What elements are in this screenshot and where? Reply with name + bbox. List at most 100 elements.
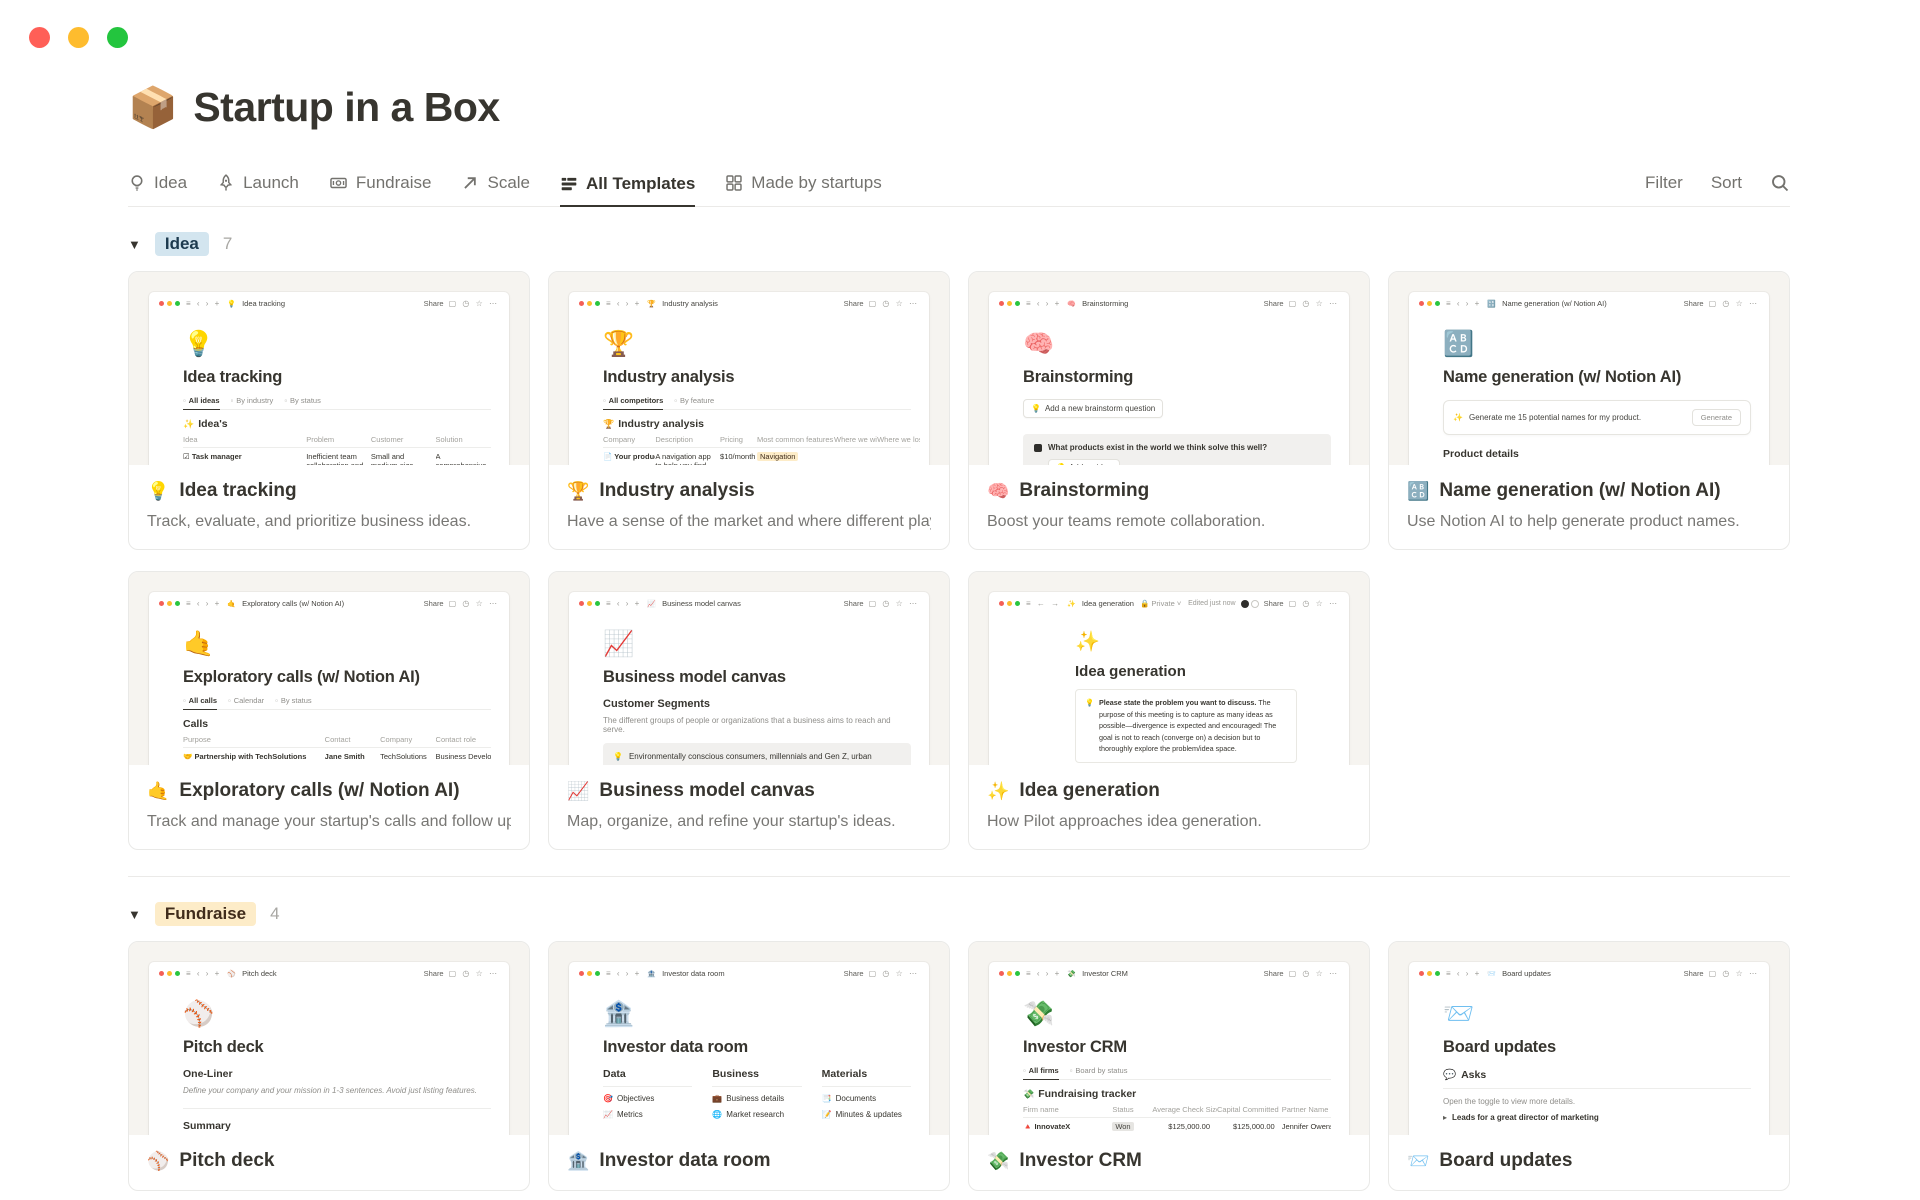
filter-button[interactable]: Filter: [1645, 173, 1683, 193]
card-title: Name generation (w/ Notion AI): [1439, 480, 1721, 501]
mini-window-chrome: ≡ ‹ › + 🏦 Investor data room Share ▢ ◷ ☆ ⋯: [569, 962, 929, 985]
handshake-icon: 🤝: [183, 752, 193, 761]
preview-columns: Data 🎯 Objectives 📈 Metrics Business 💼 Busines…: [603, 1068, 911, 1119]
card-thumbnail: ≡ ‹ › + 📈 Business model canvas Share ▢ ◷ ☆ …: [549, 572, 949, 765]
card-meta: 🧠 Brainstorming Boost your teams remote c…: [969, 465, 1369, 549]
mini-nav-icons: ≡ ‹ › +: [186, 599, 222, 608]
preview-emoji: ✨: [1075, 631, 1100, 653]
mini-window-title: Brainstorming: [1082, 299, 1129, 308]
card-meta: 🏦 Investor data room: [549, 1135, 949, 1190]
section-count: 7: [222, 234, 233, 253]
preview-text: Open the toggle to view more details.: [1443, 1097, 1576, 1106]
template-card-industry-analysis[interactable]: ≡ ‹ › + 🏆 Industry analysis Share ▢ ◷ ☆ ⋯ 🏆 …: [548, 271, 950, 550]
card-meta: ✨ Idea generation How Pilot approaches id…: [969, 765, 1369, 849]
card-title: Investor data room: [599, 1150, 771, 1171]
preview-emoji: 🏦: [603, 1000, 635, 1028]
card-title: Board updates: [1439, 1150, 1573, 1171]
search-icon[interactable]: [1770, 173, 1790, 193]
card-thumbnail: ≡ ‹ › + 🔠 Name generation (w/ Notion AI) Sh…: [1389, 272, 1789, 465]
mini-page-icon: 💸: [1067, 970, 1077, 978]
chart-icon: 📈: [603, 1110, 613, 1119]
sort-button[interactable]: Sort: [1711, 173, 1742, 193]
fundraise-card-grid: ≡ ‹ › + ⚾ Pitch deck Share ▢ ◷ ☆ ⋯ ⚾ Pitch d…: [128, 941, 1790, 1191]
card-emoji: 🏆: [567, 480, 590, 501]
memo-icon: 📝: [821, 1110, 832, 1119]
mini-page-icon: ⚾: [227, 970, 237, 978]
mini-window-title: Name generation (w/ Notion AI): [1502, 299, 1607, 308]
tab-all-templates[interactable]: All Templates: [560, 174, 696, 207]
section-toggle-icon[interactable]: ▼: [128, 907, 141, 922]
tab-made-by-startups[interactable]: Made by startups: [725, 173, 882, 206]
preview-emoji: 📨: [1443, 1000, 1475, 1028]
template-card-pitch-deck[interactable]: ≡ ‹ › + ⚾ Pitch deck Share ▢ ◷ ☆ ⋯ ⚾ Pitch d…: [128, 941, 530, 1191]
navigation-tag: Navigation: [756, 452, 799, 461]
section-divider: [128, 876, 1790, 877]
mini-nav-icons: ≡ ‹ › +: [1026, 969, 1062, 978]
template-card-board-updates[interactable]: ≡ ‹ › + 📨 Board updates Share ▢ ◷ ☆ ⋯ 📨 Boar…: [1388, 941, 1790, 1191]
mini-nav-icons: ≡ ‹ › +: [1026, 299, 1062, 308]
card-thumbnail: ≡ ‹ › + 📨 Board updates Share ▢ ◷ ☆ ⋯ 📨 Boar…: [1389, 942, 1789, 1135]
preview-heading: Name generation (w/ Notion AI): [1443, 368, 1682, 386]
mini-share-label: Share: [843, 599, 864, 608]
tab-fundraise[interactable]: Fundraise: [329, 173, 431, 206]
mini-window-chrome: ≡ ‹ › + 🏆 Industry analysis Share ▢ ◷ ☆ ⋯: [569, 292, 929, 315]
mini-page-icon: 🏦: [647, 970, 657, 978]
mini-traffic-lights: [159, 971, 180, 976]
mini-window-chrome: ≡ ‹ › + 🔠 Name generation (w/ Notion AI) Sh…: [1409, 292, 1769, 315]
tab-label: Launch: [243, 173, 299, 192]
card-title: Idea generation: [1019, 780, 1160, 801]
mini-window-title: Idea generation: [1081, 599, 1134, 608]
template-card-investor-crm[interactable]: ≡ ‹ › + 💸 Investor CRM Share ▢ ◷ ☆ ⋯ 💸 Inves…: [968, 941, 1370, 1191]
card-description: How Pilot approaches idea generation.: [987, 813, 1262, 830]
close-button[interactable]: [29, 27, 50, 48]
template-card-investor-data-room[interactable]: ≡ ‹ › + 🏦 Investor data room Share ▢ ◷ ☆ ⋯ 🏦…: [548, 941, 950, 1191]
card-thumbnail: ≡ ‹ › + 🏆 Industry analysis Share ▢ ◷ ☆ ⋯ 🏆 …: [549, 272, 949, 465]
gallery-grid-icon: [561, 177, 577, 191]
template-card-brainstorming[interactable]: ≡ ‹ › + 🧠 Brainstorming Share ▢ ◷ ☆ ⋯ 🧠 Brai…: [968, 271, 1370, 550]
section-toggle-icon[interactable]: ▼: [128, 237, 141, 252]
tab-scale[interactable]: Scale: [461, 173, 530, 206]
zoom-button[interactable]: [107, 27, 128, 48]
checkbox-icon: ☑: [183, 452, 190, 461]
template-card-exploratory-calls[interactable]: ≡ ‹ › + 🤙 Exploratory calls (w/ Notion AI)…: [128, 571, 530, 850]
tab-idea[interactable]: Idea: [128, 173, 187, 206]
preview-divider: [183, 1108, 491, 1109]
mini-share-label: Share: [843, 299, 864, 308]
preview-emoji: ⚾: [183, 1000, 215, 1028]
template-card-idea-tracking[interactable]: ≡ ‹ › + 💡 Idea tracking Share ▢ ◷ ☆ ⋯ 💡 Idea…: [128, 271, 530, 550]
template-card-idea-generation[interactable]: ≡ ← → ✨ Idea generation 🔒 Private ˅ Edited j…: [968, 571, 1370, 850]
tab-label: All Templates: [586, 174, 696, 193]
preview-callout: 💡 Environmentally conscious consumers, mi…: [603, 743, 911, 765]
block-icon: [1034, 444, 1042, 452]
mini-traffic-lights: [579, 971, 600, 976]
idea-card-grid: ≡ ‹ › + 💡 Idea tracking Share ▢ ◷ ☆ ⋯ 💡 Idea…: [128, 271, 1790, 850]
card-title: Investor CRM: [1019, 1150, 1142, 1171]
card-emoji: 📈: [567, 780, 590, 801]
template-card-name-generation[interactable]: ≡ ‹ › + 🔠 Name generation (w/ Notion AI) Sh…: [1388, 271, 1790, 550]
lightbulb-icon: 💡: [1085, 698, 1094, 707]
mini-share-label: Share: [423, 969, 444, 978]
page-title-text: Startup in a Box: [193, 84, 500, 130]
card-emoji: ⚾: [147, 1150, 170, 1171]
card-meta: 🔠 Name generation (w/ Notion AI) Use Noti…: [1389, 465, 1789, 549]
mini-share-label: Share: [1683, 299, 1704, 308]
lightbulb-icon: [131, 175, 143, 191]
mini-traffic-lights: [579, 601, 600, 606]
preview-emoji: 💡: [183, 330, 215, 358]
mini-traffic-lights: [999, 971, 1020, 976]
mini-traffic-lights: [1419, 301, 1440, 306]
card-description: Use Notion AI to help generate product n…: [1407, 513, 1740, 530]
mini-action-icons: ▢ ◷ ☆ ⋯: [1708, 969, 1759, 978]
template-card-business-model-canvas[interactable]: ≡ ‹ › + 📈 Business model canvas Share ▢ ◷ ☆ …: [548, 571, 950, 850]
page-title: 📦 Startup in a Box: [128, 84, 1790, 131]
mini-window-chrome: ≡ ‹ › + 📈 Business model canvas Share ▢ ◷ ☆ …: [569, 592, 929, 615]
card-emoji: 💸: [987, 1150, 1010, 1171]
tab-launch[interactable]: Launch: [217, 173, 299, 206]
preview-collection-title: ✨ Idea's: [183, 418, 228, 430]
card-description: Map, organize, and refine your startup's…: [567, 813, 896, 830]
preview-collection-title: 💸 Fundraising tracker: [1023, 1088, 1137, 1100]
card-thumbnail: ≡ ← → ✨ Idea generation 🔒 Private ˅ Edited j…: [969, 572, 1369, 765]
minimize-button[interactable]: [68, 27, 89, 48]
card-title: Pitch deck: [179, 1150, 275, 1171]
mini-window-title: Exploratory calls (w/ Notion AI): [242, 599, 345, 608]
